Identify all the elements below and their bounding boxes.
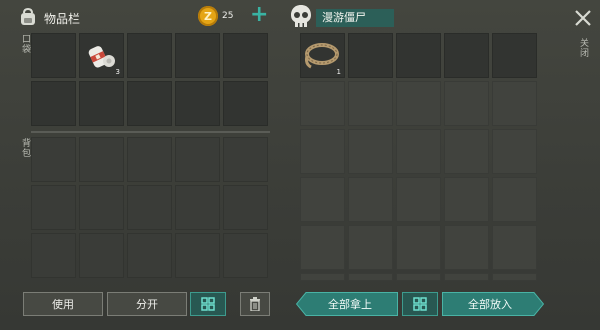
rope-icon bbox=[305, 43, 339, 69]
backpack-slot[interactable] bbox=[31, 137, 76, 182]
item-count: 3 bbox=[115, 68, 120, 76]
container-slot[interactable] bbox=[444, 225, 489, 270]
pocket-slot[interactable] bbox=[127, 33, 172, 78]
container-slot[interactable] bbox=[348, 33, 393, 78]
sort-grid-button[interactable] bbox=[190, 292, 226, 316]
container-slot[interactable] bbox=[300, 225, 345, 270]
pocket-slot[interactable] bbox=[223, 33, 268, 78]
container-slot[interactable] bbox=[396, 129, 441, 174]
backpack-slot[interactable] bbox=[175, 185, 220, 230]
container-slot[interactable] bbox=[396, 81, 441, 126]
split-button[interactable]: 分开 bbox=[107, 292, 187, 316]
container-slot[interactable] bbox=[492, 81, 537, 126]
backpack-slot[interactable] bbox=[223, 137, 268, 182]
backpack-slot[interactable] bbox=[223, 185, 268, 230]
container-slot[interactable]: 1 bbox=[300, 33, 345, 78]
backpack-slot[interactable] bbox=[175, 233, 220, 278]
use-button[interactable]: 使用 bbox=[23, 292, 103, 316]
trash-button[interactable] bbox=[240, 292, 270, 316]
sort-container-button[interactable] bbox=[402, 292, 438, 316]
backpack-slot[interactable] bbox=[127, 185, 172, 230]
pocket-slot[interactable] bbox=[79, 81, 124, 126]
backpack-slot[interactable] bbox=[31, 185, 76, 230]
pocket-slot[interactable] bbox=[31, 33, 76, 78]
backpack-icon bbox=[19, 7, 37, 27]
pocket-slot[interactable] bbox=[175, 81, 220, 126]
divider bbox=[31, 131, 270, 133]
container-slot[interactable] bbox=[300, 177, 345, 222]
container-slot[interactable] bbox=[348, 225, 393, 270]
close-button[interactable] bbox=[573, 8, 595, 30]
backpack-slot[interactable] bbox=[79, 233, 124, 278]
container-slot[interactable] bbox=[348, 177, 393, 222]
coin-icon: Z bbox=[198, 6, 218, 26]
container-slot[interactable] bbox=[348, 81, 393, 126]
container-slot[interactable] bbox=[348, 273, 393, 281]
container-name: 漫游僵尸 bbox=[316, 9, 394, 27]
container-slot[interactable] bbox=[396, 225, 441, 270]
coin-count: 25 bbox=[222, 11, 234, 21]
bandage-icon bbox=[88, 46, 115, 68]
container-slot[interactable] bbox=[492, 129, 537, 174]
container-slot[interactable] bbox=[492, 225, 537, 270]
container-slot[interactable] bbox=[300, 273, 345, 281]
backpack-slot[interactable] bbox=[79, 137, 124, 182]
pocket-slot[interactable]: 3 bbox=[79, 33, 124, 78]
container-slot[interactable] bbox=[396, 273, 441, 281]
take-all-label: 全部拿上 bbox=[328, 298, 372, 311]
take-all-button[interactable]: 全部拿上 bbox=[296, 292, 398, 316]
put-all-label: 全部放入 bbox=[468, 298, 512, 311]
grid-icon bbox=[201, 297, 215, 311]
backpack-slot[interactable] bbox=[223, 233, 268, 278]
backpack-slot[interactable] bbox=[31, 233, 76, 278]
container-slot[interactable] bbox=[444, 33, 489, 78]
skull-icon bbox=[290, 4, 312, 30]
pocket-slot[interactable] bbox=[31, 81, 76, 126]
container-slot[interactable] bbox=[444, 129, 489, 174]
container-slot[interactable] bbox=[444, 273, 489, 281]
container-slot[interactable] bbox=[300, 81, 345, 126]
pocket-slot[interactable] bbox=[127, 81, 172, 126]
grid-icon bbox=[413, 297, 427, 311]
container-slot[interactable] bbox=[348, 129, 393, 174]
inventory-title: 物品栏 bbox=[44, 12, 81, 26]
pocket-slot[interactable] bbox=[223, 81, 268, 126]
container-slot[interactable] bbox=[300, 129, 345, 174]
container-slot[interactable] bbox=[492, 273, 537, 281]
container-slot[interactable] bbox=[492, 177, 537, 222]
trash-icon bbox=[250, 297, 260, 311]
container-slot[interactable] bbox=[444, 177, 489, 222]
close-label[interactable]: 关闭 bbox=[577, 38, 590, 58]
add-coins-button[interactable]: + bbox=[250, 3, 268, 27]
backpack-slot[interactable] bbox=[127, 137, 172, 182]
container-slot[interactable] bbox=[444, 81, 489, 126]
backpack-slot[interactable] bbox=[175, 137, 220, 182]
backpack-slot[interactable] bbox=[127, 233, 172, 278]
container-slot[interactable] bbox=[396, 33, 441, 78]
container-slot[interactable] bbox=[492, 33, 537, 78]
item-count: 1 bbox=[336, 68, 341, 76]
put-all-button[interactable]: 全部放入 bbox=[442, 292, 544, 316]
close-icon bbox=[575, 10, 591, 26]
pocket-slot[interactable] bbox=[175, 33, 220, 78]
backpack-slot[interactable] bbox=[79, 185, 124, 230]
container-slot[interactable] bbox=[396, 177, 441, 222]
